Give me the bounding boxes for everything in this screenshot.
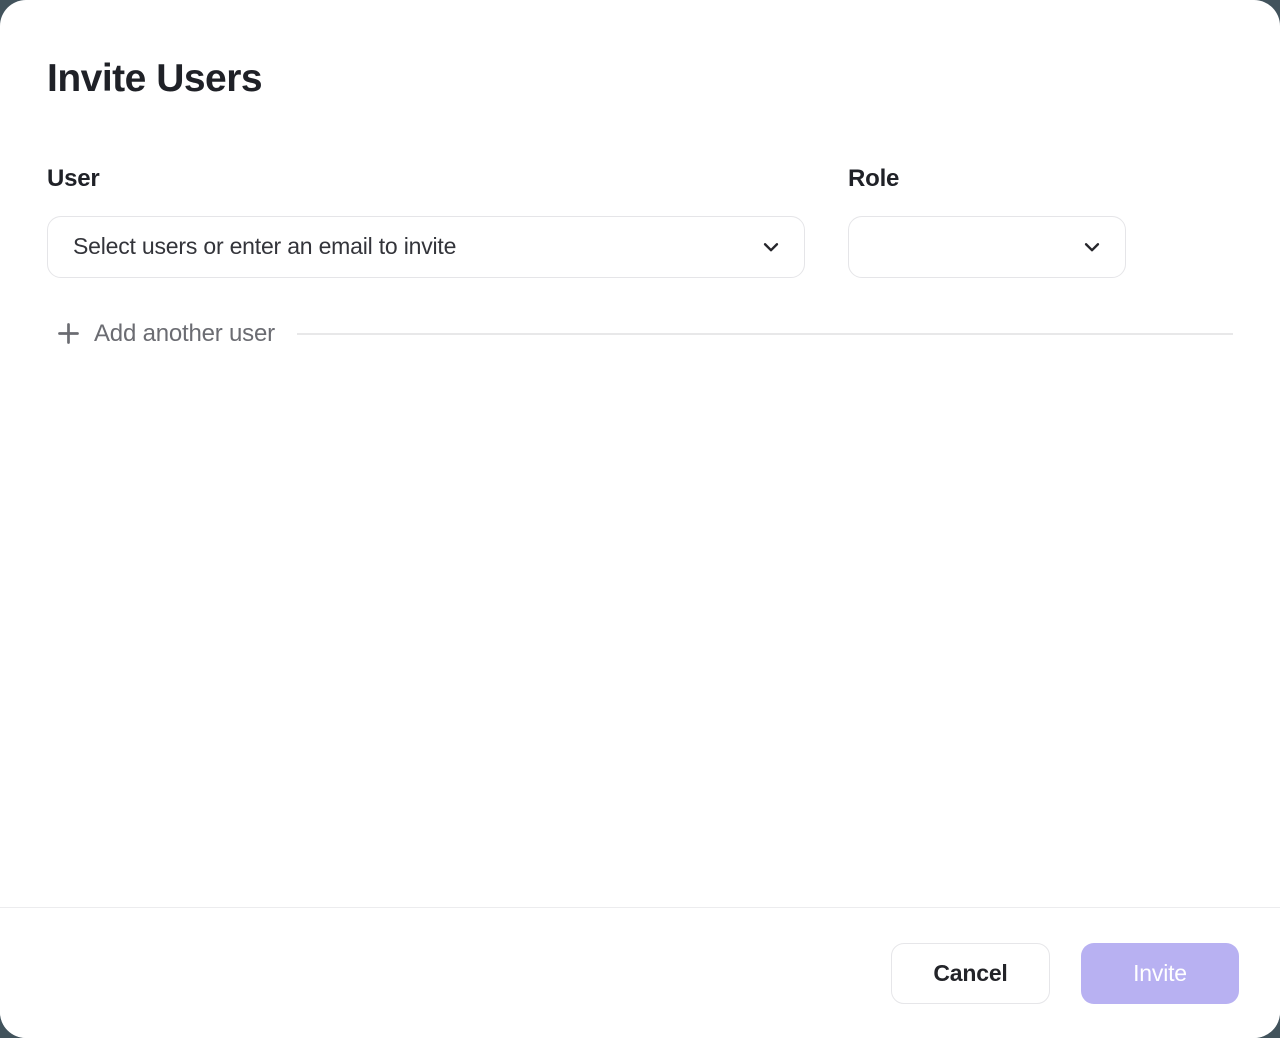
chevron-down-icon bbox=[1081, 236, 1103, 258]
invite-fields-row: User Select users or enter an email to i… bbox=[47, 165, 1233, 278]
dialog-footer: Cancel Invite bbox=[0, 907, 1280, 1038]
user-select-placeholder: Select users or enter an email to invite bbox=[73, 233, 456, 260]
add-another-user-label: Add another user bbox=[94, 320, 275, 348]
role-field-group: Role bbox=[848, 165, 1126, 278]
plus-icon bbox=[55, 320, 82, 347]
add-another-user-button[interactable]: Add another user bbox=[47, 320, 275, 348]
add-another-row: Add another user bbox=[47, 320, 1233, 348]
user-field-label: User bbox=[47, 165, 805, 193]
user-field-group: User Select users or enter an email to i… bbox=[47, 165, 805, 278]
horizontal-divider bbox=[297, 333, 1233, 335]
invite-button[interactable]: Invite bbox=[1081, 943, 1239, 1004]
role-field-label: Role bbox=[848, 165, 1126, 193]
dialog-body: Invite Users User Select users or enter … bbox=[0, 0, 1280, 348]
user-select[interactable]: Select users or enter an email to invite bbox=[47, 216, 805, 278]
cancel-button[interactable]: Cancel bbox=[891, 943, 1050, 1004]
chevron-down-icon bbox=[760, 236, 782, 258]
role-select[interactable] bbox=[848, 216, 1126, 278]
dialog-title: Invite Users bbox=[47, 56, 1233, 103]
invite-users-dialog: Invite Users User Select users or enter … bbox=[0, 0, 1280, 1038]
